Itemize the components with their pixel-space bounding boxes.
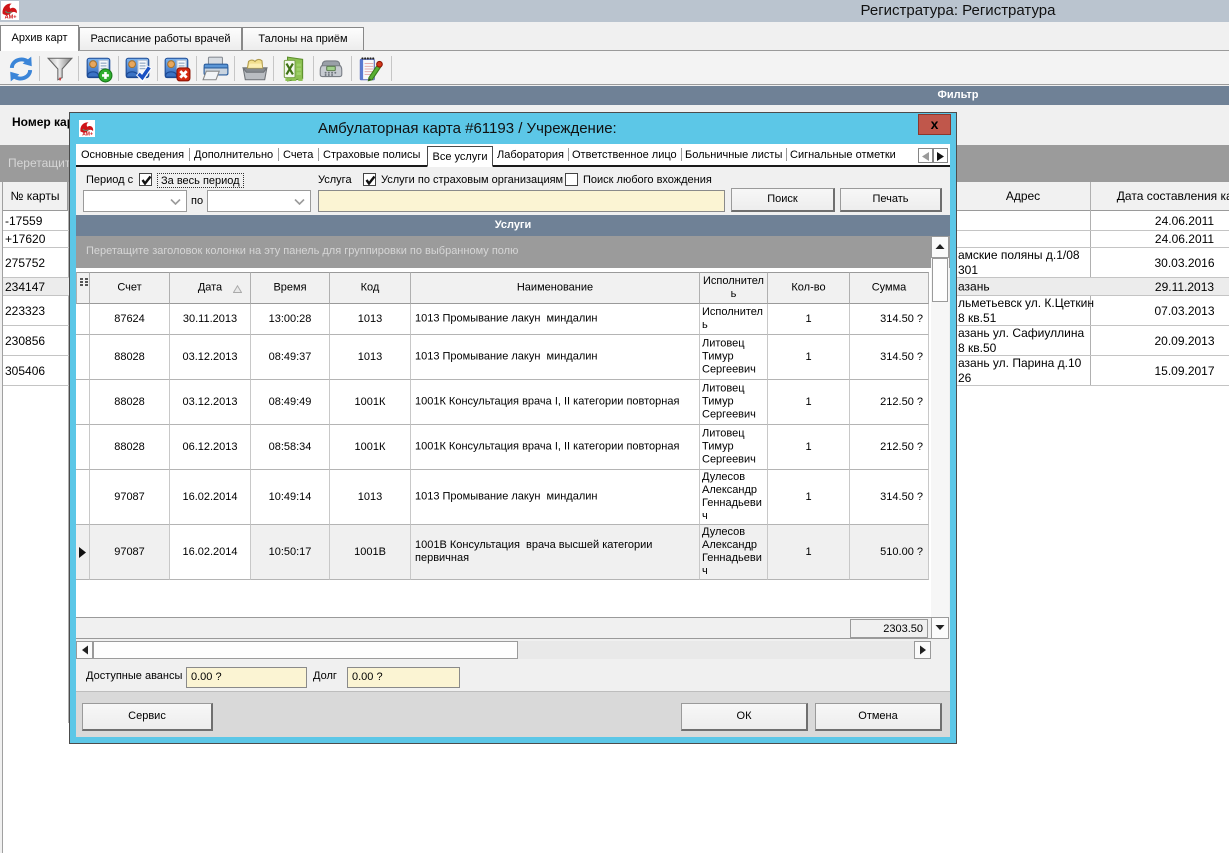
svg-text:АМ+: АМ+ bbox=[82, 132, 93, 138]
svg-text:АМ+: АМ+ bbox=[5, 14, 18, 20]
